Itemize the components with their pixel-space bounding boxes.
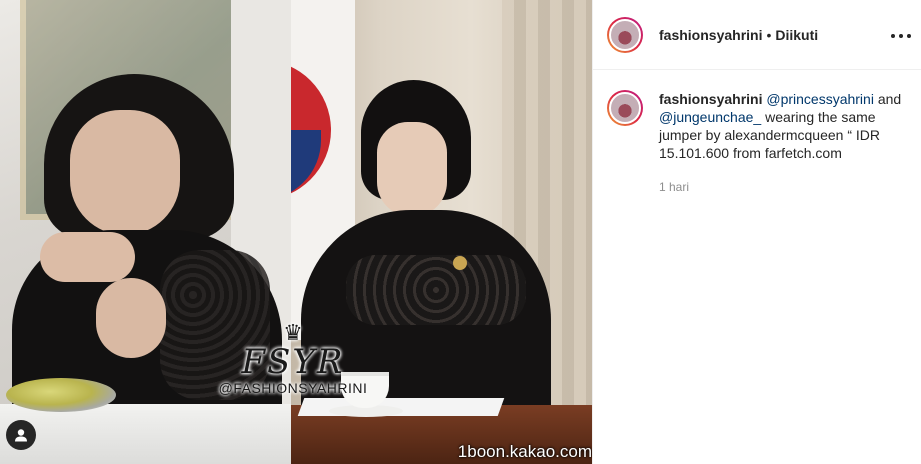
source-watermark: 1boon.kakao.com <box>457 442 592 461</box>
hand-left <box>40 232 135 282</box>
face-right <box>377 122 447 217</box>
mention-link[interactable]: @jungeunchae_ <box>659 109 761 125</box>
lace-pattern-right <box>346 255 526 325</box>
mention-link[interactable]: @princessyahrini <box>766 91 874 107</box>
caption-text: fashionsyahrini @princessyahrini and @ju… <box>659 90 904 162</box>
table-left <box>0 404 291 464</box>
watermark-logo: ♛ FSYR @FASHIONSYAHRINI <box>218 320 368 397</box>
avatar[interactable] <box>607 16 643 53</box>
post-time[interactable]: 1 hari <box>659 178 904 196</box>
separator-dot: • <box>766 26 772 43</box>
face-left <box>70 110 180 235</box>
brooch <box>453 256 467 270</box>
caption: fashionsyahrini @princessyahrini and @ju… <box>593 70 921 196</box>
more-horizontal-icon[interactable] <box>891 26 911 46</box>
post-media[interactable]: ♛ FSYR @FASHIONSYAHRINI 1boon.kakao.com <box>0 0 592 464</box>
header-username[interactable]: fashionsyahrini <box>659 27 762 43</box>
paper <box>297 398 505 416</box>
follow-status-button[interactable]: Diikuti <box>775 27 818 43</box>
user-tags-button[interactable] <box>6 420 36 450</box>
arm-left <box>96 278 166 358</box>
caption-username[interactable]: fashionsyahrini <box>659 91 762 107</box>
post-side-panel: fashionsyahrini • Diikuti fashionsyahrin… <box>592 0 921 464</box>
crown-icon: ♛ <box>283 320 303 345</box>
user-icon <box>15 429 27 442</box>
watermark-handle: @FASHIONSYAHRINI <box>218 380 368 396</box>
plate <box>6 378 116 412</box>
watermark-monogram: FSYR <box>241 342 345 382</box>
caption-and: and <box>877 91 902 107</box>
post-header: fashionsyahrini • Diikuti <box>593 0 921 70</box>
caption-avatar[interactable] <box>607 90 643 126</box>
